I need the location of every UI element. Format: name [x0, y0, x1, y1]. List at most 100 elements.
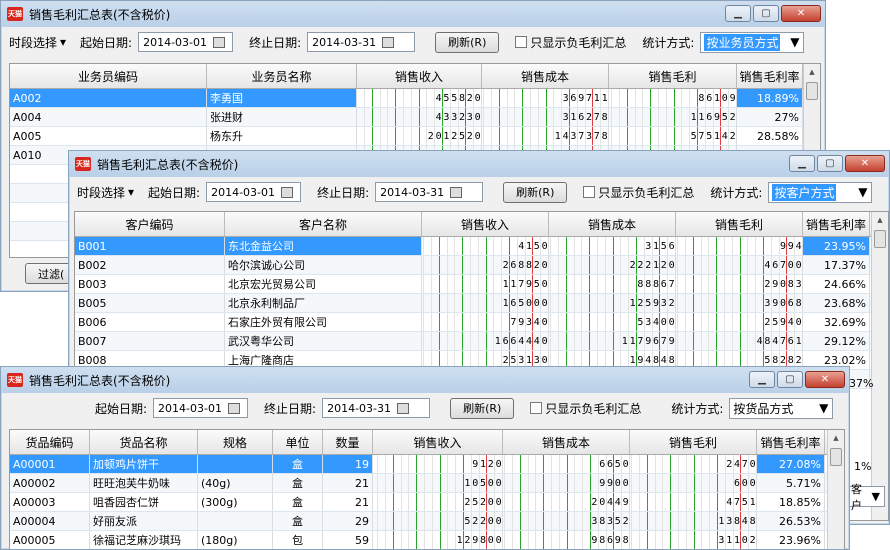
rate-cell[interactable]: 29.12% — [803, 332, 870, 350]
name-cell[interactable]: 东北金益公司 — [225, 237, 422, 255]
col-header[interactable]: 销售毛利率 — [757, 430, 825, 454]
table-row[interactable]: B003 北京宏光贸易公司 1 1 7 9 5 0 8 8 8 6 7 2 9 0 8 3 24.66% — [75, 275, 888, 294]
scroll-up-icon[interactable]: ▲ — [804, 64, 820, 80]
period-select[interactable]: 时段选择 ▾ — [9, 34, 66, 51]
rate-cell[interactable]: 23.95% — [803, 237, 870, 255]
scroll-up-icon[interactable]: ▲ — [872, 212, 888, 228]
side-select[interactable]: 客户 ▼ — [847, 483, 885, 512]
rate-cell[interactable]: 27.08% — [757, 455, 825, 473]
qty-cell[interactable]: 59 — [323, 531, 373, 549]
table-row[interactable]: B002 哈尔滨诚心公司 2 6 8 8 2 0 2 2 2 1 2 0 4 6 7 0 0 17.37% — [75, 256, 888, 275]
maximize-icon[interactable]: ▢ — [777, 371, 803, 388]
rate-cell[interactable]: 32.69% — [803, 313, 870, 331]
title-bar[interactable]: 天猫 销售毛利汇总表(不含税价) ▁ ▢ ✕ — [1, 1, 825, 27]
table-row[interactable]: B005 北京永利制品厂 1 6 5 0 0 0 1 2 5 9 3 2 3 9 0 6 8 23.68% — [75, 294, 888, 313]
minimize-icon[interactable]: ▁ — [789, 155, 815, 172]
col-header[interactable]: 销售毛利 — [630, 430, 757, 454]
col-header[interactable]: 销售收入 — [373, 430, 503, 454]
rate-cell[interactable]: 24.66% — [803, 275, 870, 293]
col-header[interactable]: 销售成本 — [549, 212, 676, 236]
negative-profit-checkbox[interactable]: 只显示负毛利汇总 — [515, 34, 626, 51]
col-header[interactable]: 货品编码 — [10, 430, 90, 454]
calendar-icon[interactable] — [213, 36, 226, 48]
table-row[interactable]: A00001 加顿鸡片饼干盒 19 9 1 2 0 6 6 5 0 2 4 7 0 27.08% — [10, 455, 844, 474]
stat-method-select[interactable]: 按业务员方式 ▼ — [700, 31, 805, 53]
title-bar[interactable]: 天猫 销售毛利汇总表(不含税价) ▁ ▢ ✕ — [69, 151, 889, 177]
start-date-input[interactable]: 2014-03-01 — [153, 398, 249, 418]
spec-cell[interactable]: (180g) — [198, 531, 273, 549]
checkbox-box[interactable] — [515, 36, 528, 48]
col-header[interactable]: 销售毛利 — [676, 212, 803, 236]
table-row[interactable]: A005 杨东升 2 0 1 2 5 2 0 1 4 3 7 3 7 8 5 7 5 1 4 2 28.58% — [10, 127, 820, 146]
name-cell[interactable]: 好丽友派 — [90, 512, 198, 530]
rate-cell[interactable]: 23.68% — [803, 294, 870, 312]
col-header[interactable]: 单位 — [273, 430, 323, 454]
col-header[interactable]: 客户名称 — [225, 212, 422, 236]
title-bar[interactable]: 天猫 销售毛利汇总表(不含税价) ▁ ▢ ✕ — [1, 367, 849, 393]
col-header[interactable]: 销售成本 — [503, 430, 630, 454]
col-header[interactable]: 货品名称 — [90, 430, 198, 454]
unit-cell[interactable]: 盒 — [273, 493, 323, 511]
scroll-thumb[interactable] — [806, 82, 818, 100]
col-header[interactable]: 客户编码 — [75, 212, 225, 236]
name-cell[interactable]: 杨东升 — [207, 127, 357, 145]
code-cell[interactable]: A00001 — [10, 455, 90, 473]
vertical-scrollbar[interactable]: ▲ — [871, 212, 888, 520]
vertical-scrollbar[interactable]: ▲ — [827, 430, 844, 549]
name-cell[interactable]: 张进财 — [207, 108, 357, 126]
table-row[interactable]: B006 石家庄外贸有限公司 7 9 3 4 0 5 3 4 0 0 2 5 9 4 0 32.69% — [75, 313, 888, 332]
calendar-icon[interactable] — [227, 402, 240, 414]
name-cell[interactable]: 北京宏光贸易公司 — [225, 275, 422, 293]
rate-cell[interactable]: 28.58% — [737, 127, 803, 145]
code-cell[interactable]: B005 — [75, 294, 225, 312]
name-cell[interactable]: 石家庄外贸有限公司 — [225, 313, 422, 331]
code-cell[interactable]: A00003 — [10, 493, 90, 511]
period-select[interactable]: 时段选择 ▾ — [77, 184, 134, 201]
code-cell[interactable]: A00004 — [10, 512, 90, 530]
end-date-input[interactable]: 2014-03-31 — [375, 182, 484, 202]
col-header[interactable]: 规格 — [198, 430, 273, 454]
code-cell[interactable]: A00005 — [10, 531, 90, 549]
col-header[interactable]: 业务员名称 — [207, 64, 357, 88]
end-date-input[interactable]: 2014-03-31 — [322, 398, 431, 418]
name-cell[interactable]: 李勇国 — [207, 89, 357, 107]
stat-method-select[interactable]: 按货品方式 ▼ — [729, 397, 834, 419]
table-row[interactable]: A00005 徐福记芝麻沙琪玛 (180g) 包 59 1 2 9 8 0 0 9 8 6 9 8 3 1 1 0 2 2… — [10, 531, 844, 549]
rate-cell[interactable]: 26.53% — [757, 512, 825, 530]
name-cell[interactable]: 徐福记芝麻沙琪玛 — [90, 531, 198, 549]
refresh-button[interactable]: 刷新(R) — [450, 397, 515, 419]
col-header[interactable]: 销售收入 — [422, 212, 549, 236]
table-row[interactable]: A00003 咀香园杏仁饼 (300g) 盒 21 2 5 2 0 0 2 0 4 4 9 4 7 5 1 18.85… — [10, 493, 844, 512]
table-row[interactable]: A004 张进财 4 3 3 2 3 0 3 1 6 2 7 8 1 1 6 9 5 2 27% — [10, 108, 820, 127]
calendar-icon[interactable] — [281, 186, 294, 198]
spec-cell[interactable] — [198, 455, 273, 473]
table-row[interactable]: B001 东北金益公司 4 1 5 0 3 1 5 6 9 9 4 23.95% — [75, 237, 888, 256]
name-cell[interactable]: 加顿鸡片饼干 — [90, 455, 198, 473]
checkbox-box[interactable] — [530, 402, 543, 414]
code-cell[interactable]: A005 — [10, 127, 207, 145]
minimize-icon[interactable]: ▁ — [725, 5, 751, 22]
name-cell[interactable]: 武汉粤华公司 — [225, 332, 422, 350]
col-header[interactable]: 销售毛利率 — [737, 64, 803, 88]
code-cell[interactable]: B001 — [75, 237, 225, 255]
code-cell[interactable]: B006 — [75, 313, 225, 331]
calendar-icon[interactable] — [397, 402, 410, 414]
start-date-input[interactable]: 2014-03-01 — [206, 182, 302, 202]
name-cell[interactable]: 哈尔滨诚心公司 — [225, 256, 422, 274]
code-cell[interactable]: B002 — [75, 256, 225, 274]
table-row[interactable]: A002 李勇国 4 5 5 8 2 0 3 6 9 7 1 1 8 6 1 0 9 18.89% — [10, 89, 820, 108]
negative-profit-checkbox[interactable]: 只显示负毛利汇总 — [530, 400, 641, 417]
scroll-up-icon[interactable]: ▲ — [828, 430, 844, 446]
table-row[interactable]: A00002 旺旺泡芙牛奶味 (40g) 盒 21 1 0 5 0 0 9 9 0 0 6 0 0 5.71% — [10, 474, 844, 493]
scroll-thumb[interactable] — [874, 230, 886, 248]
code-cell[interactable]: B007 — [75, 332, 225, 350]
close-icon[interactable]: ✕ — [805, 371, 845, 388]
rate-cell[interactable]: 5.71% — [757, 474, 825, 492]
unit-cell[interactable]: 包 — [273, 531, 323, 549]
end-date-input[interactable]: 2014-03-31 — [307, 32, 416, 52]
name-cell[interactable]: 咀香园杏仁饼 — [90, 493, 198, 511]
checkbox-box[interactable] — [583, 186, 596, 198]
rate-cell[interactable]: 18.85% — [757, 493, 825, 511]
calendar-icon[interactable] — [450, 186, 463, 198]
code-cell[interactable]: A00002 — [10, 474, 90, 492]
